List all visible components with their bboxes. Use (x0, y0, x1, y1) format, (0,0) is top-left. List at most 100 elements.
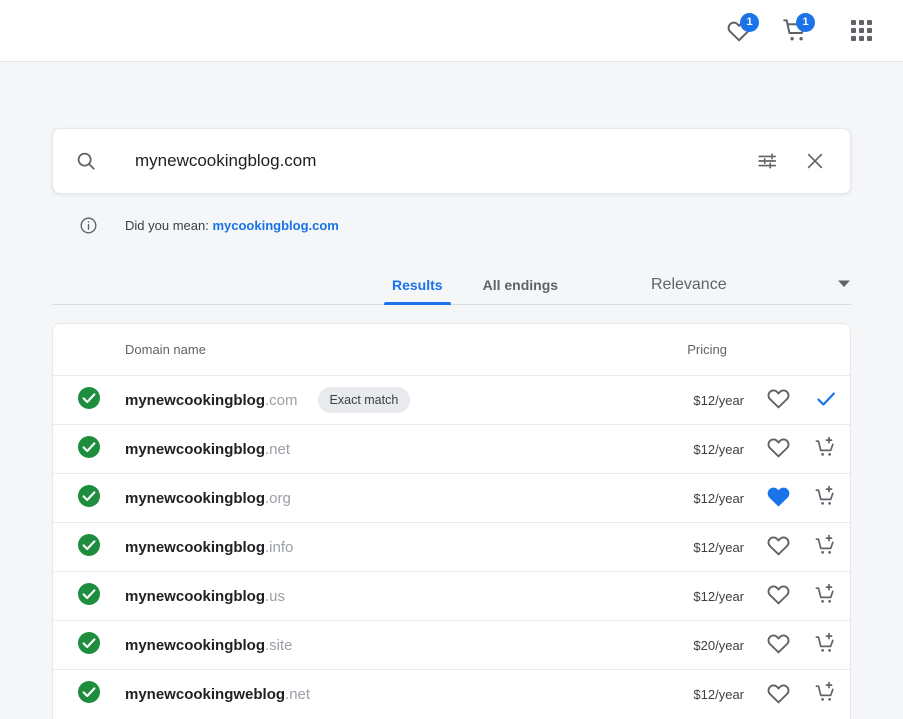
availability-status (53, 631, 125, 660)
domain-price: $12/year (693, 539, 744, 555)
heart-outline-icon (766, 631, 791, 659)
domain-cell: mynewcookingblog.info (125, 539, 636, 556)
check-icon (814, 387, 838, 414)
availability-status (53, 533, 125, 562)
domain-name: mynewcookingblog.us (125, 588, 285, 605)
cart-cell (802, 481, 850, 515)
domain-sld: mynewcookingblog (125, 489, 266, 507)
cart-count-badge: 1 (796, 12, 815, 32)
tab-all-endings[interactable]: All endings (475, 277, 566, 304)
favorite-button[interactable] (761, 383, 795, 417)
cart-cell (802, 579, 850, 613)
cart-cell (802, 678, 850, 712)
exact-match-badge: Exact match (317, 387, 411, 413)
heart-outline-icon (766, 386, 791, 414)
domain-name: mynewcookingblog.net (125, 441, 290, 458)
favorite-button[interactable] (761, 628, 795, 662)
table-row[interactable]: mynewcookingweblog.net $12/year (53, 670, 850, 719)
favorite-cell (754, 530, 802, 564)
favorite-cell (754, 432, 802, 466)
favorite-button[interactable] (761, 481, 795, 515)
domain-tld: .net (265, 440, 291, 458)
cart-button[interactable]: 1 (767, 11, 823, 51)
header-actions: 1 1 (711, 11, 883, 51)
results-tabs: Results All endings (384, 259, 566, 305)
header-domain-name: Domain name (125, 342, 206, 357)
domain-tld: .us (265, 587, 286, 605)
add-to-cart-button[interactable] (809, 678, 843, 712)
heart-outline-icon (766, 533, 791, 561)
domain-tld: .org (265, 489, 291, 507)
in-cart-button[interactable] (809, 383, 843, 417)
apps-grid-icon[interactable] (839, 11, 883, 51)
domain-cell: mynewcookingblog.net (125, 441, 636, 458)
availability-status (53, 435, 125, 464)
domain-sld: mynewcookingblog (125, 538, 266, 556)
search-input[interactable] (135, 151, 752, 171)
check-circle-icon (77, 582, 101, 611)
info-icon (79, 216, 98, 235)
table-row[interactable]: mynewcookingblog.site $20/year (53, 621, 850, 670)
add-to-cart-button[interactable] (809, 530, 843, 564)
domain-sld: mynewcookingblog (125, 587, 266, 605)
domain-name: mynewcookingblog.com (125, 392, 298, 409)
did-you-mean-row: Did you mean: mycookingblog.com (52, 216, 851, 235)
domain-tld: .info (265, 538, 294, 556)
favorite-button[interactable] (761, 432, 795, 466)
check-circle-icon (77, 680, 101, 709)
table-row[interactable]: mynewcookingblog.us $12/year (53, 572, 850, 621)
check-circle-icon (77, 631, 101, 660)
availability-status (53, 582, 125, 611)
favorite-cell (754, 579, 802, 613)
add-cart-icon (814, 436, 838, 463)
domain-price: $20/year (693, 637, 744, 653)
domain-search-bar[interactable] (52, 128, 851, 194)
domain-price: $12/year (693, 441, 744, 457)
domain-name: mynewcookingblog.org (125, 490, 291, 507)
did-you-mean-link[interactable]: mycookingblog.com (212, 218, 338, 233)
table-row[interactable]: mynewcookingblog.net $12/year (53, 425, 850, 474)
header-pricing: Pricing (687, 342, 727, 357)
tune-icon[interactable] (752, 146, 782, 176)
table-row[interactable]: mynewcookingblog.org $12/year (53, 474, 850, 523)
domain-price: $12/year (693, 490, 744, 506)
add-to-cart-button[interactable] (809, 432, 843, 466)
domain-price: $12/year (693, 392, 744, 408)
wishlist-button[interactable]: 1 (711, 11, 767, 51)
favorite-button[interactable] (761, 579, 795, 613)
favorite-button[interactable] (761, 530, 795, 564)
table-body: mynewcookingblog.com Exact match $12/yea… (53, 376, 850, 719)
domain-cell: mynewcookingblog.org (125, 490, 636, 507)
domain-name: mynewcookingblog.info (125, 539, 293, 556)
availability-status (53, 386, 125, 415)
add-to-cart-button[interactable] (809, 628, 843, 662)
heart-outline-icon (766, 582, 791, 610)
domain-price: $12/year (693, 687, 744, 702)
check-circle-icon (77, 484, 101, 513)
add-cart-icon (814, 534, 838, 561)
domain-sld: mynewcookingblog (125, 440, 266, 458)
domain-cell: mynewcookingblog.com Exact match (125, 387, 636, 413)
tab-results[interactable]: Results (384, 277, 451, 305)
top-header-bar: 1 1 (0, 0, 903, 62)
domain-cell: mynewcookingweblog.net (125, 686, 636, 703)
table-row[interactable]: mynewcookingblog.info $12/year (53, 523, 850, 572)
search-icon[interactable] (75, 150, 97, 172)
add-to-cart-button[interactable] (809, 579, 843, 613)
availability-status (53, 680, 125, 709)
domain-sld: mynewcookingblog (125, 391, 266, 409)
sort-dropdown[interactable]: Relevance (651, 276, 851, 304)
favorite-cell (754, 628, 802, 662)
favorite-cell (754, 678, 802, 712)
add-cart-icon (814, 681, 838, 708)
favorite-button[interactable] (761, 678, 795, 712)
table-row[interactable]: mynewcookingblog.com Exact match $12/yea… (53, 376, 850, 425)
availability-status (53, 484, 125, 513)
cart-cell (802, 383, 850, 417)
heart-outline-icon (766, 681, 791, 709)
add-cart-icon (814, 485, 838, 512)
cart-cell (802, 628, 850, 662)
close-icon[interactable] (800, 146, 830, 176)
add-to-cart-button[interactable] (809, 481, 843, 515)
sort-selected-value: Relevance (651, 276, 727, 293)
